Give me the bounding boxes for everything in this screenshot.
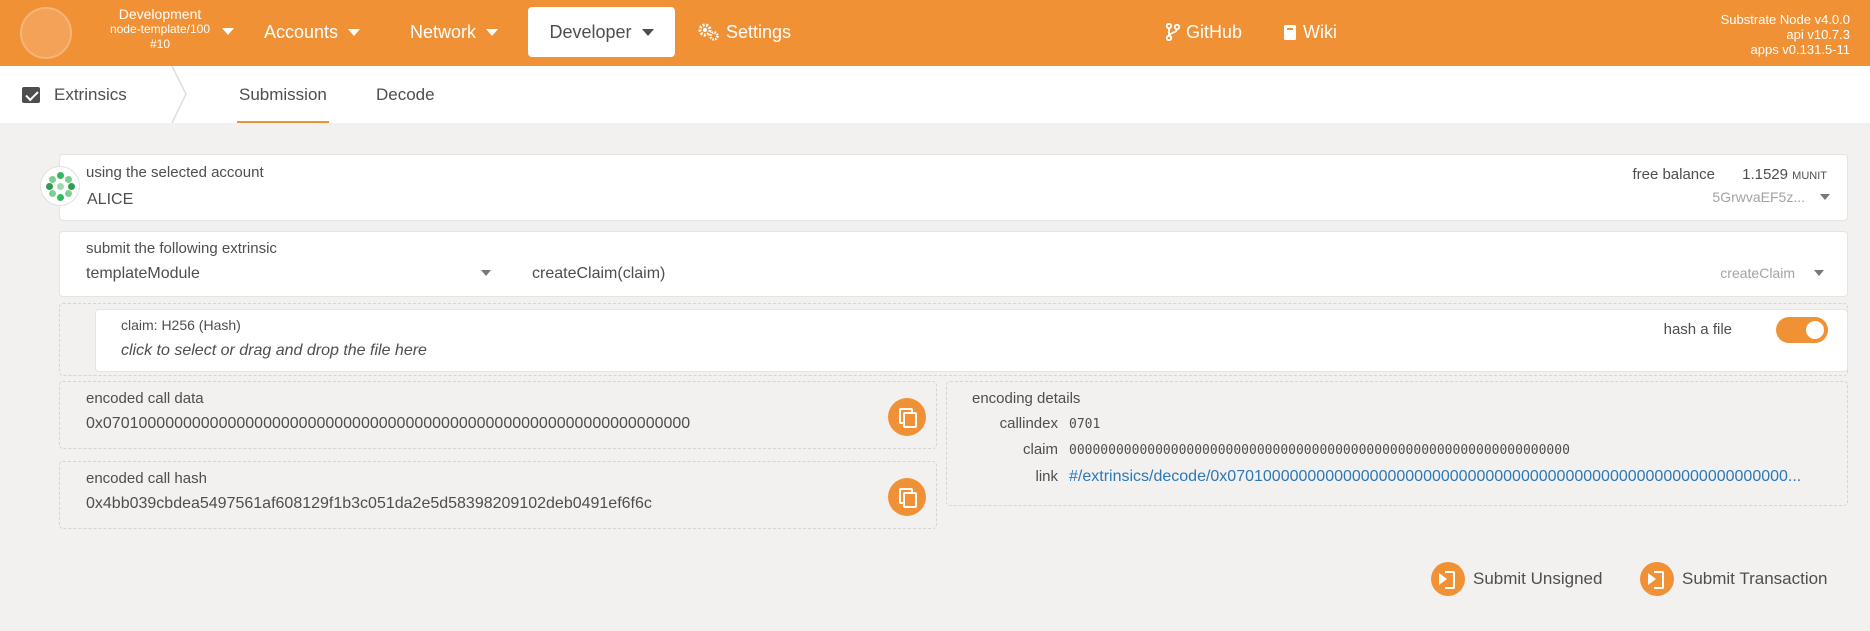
tab-submission-label: Submission [239,84,327,104]
chain-selector[interactable]: Development node-template/100 #10 [80,6,240,52]
nav-github-label: GitHub [1186,21,1243,42]
chain-runtime: node-template/100 [109,22,211,36]
envelope-open-icon [22,86,40,103]
sign-in-icon [1431,562,1465,596]
callindex-label: callindex [999,415,1058,432]
encoding-details: encoding details callindex 0701 claim 00… [946,381,1848,506]
claim-param-dropzone[interactable]: claim: H256 (Hash) click to select or dr… [95,309,1848,372]
version-info: Substrate Node v4.0.0 api v10.7.3 apps v… [1721,12,1850,57]
toggle-knob [1806,321,1824,339]
code-branch-icon [1166,23,1180,41]
tab-submission[interactable]: Submission [237,66,329,123]
copy-call-data-button[interactable] [888,398,926,436]
nav-wiki-label: Wiki [1303,21,1337,42]
call-select[interactable]: createClaim(claim) [532,265,665,283]
balance-unit: MUNIT [1792,170,1827,182]
link-label: link [1035,468,1058,485]
nav-github[interactable]: GitHub [1166,7,1242,57]
submit-transaction-label: Submit Transaction [1682,569,1828,588]
decode-link[interactable]: #/extrinsics/decode/0x070100000000000000… [1069,468,1801,486]
account-name: ALICE [87,191,134,208]
nav-developer[interactable]: Developer [528,7,675,57]
encoded-call-data-value: 0x07010000000000000000000000000000000000… [86,415,691,432]
apps-version: apps v0.131.5-11 [1750,42,1851,57]
call-name-hint: createClaim [1720,265,1795,281]
tab-decode-label: Decode [376,84,435,104]
encoded-call-data: encoded call data 0x07010000000000000000… [59,381,937,449]
extrinsic-label: submit the following extrinsic [86,240,277,257]
nav-network[interactable]: Network [410,7,499,57]
account-address: 5GrwvaEF5z... [1712,189,1805,205]
account-selector[interactable]: using the selected account ALICE free ba… [59,154,1848,221]
chevron-down-icon [641,28,654,36]
chevron-down-icon[interactable] [481,270,491,276]
book-icon [1284,24,1296,40]
encoded-call-hash: encoded call hash 0x4bb039cbdea5497561af… [59,461,937,529]
nav-network-label: Network [410,21,477,42]
section-extrinsics: Extrinsics [22,66,127,123]
copy-call-hash-button[interactable] [888,478,926,516]
callindex-value: 0701 [1069,417,1101,432]
submit-transaction-button[interactable]: Submit Transaction [1640,561,1828,597]
chevron-down-icon [486,28,499,36]
claim-value: 0000000000000000000000000000000000000000… [1069,443,1570,458]
submit-unsigned-label: Submit Unsigned [1473,569,1603,588]
chevron-down-icon [348,28,361,36]
balance-value: 1.1529 [1742,166,1788,183]
submit-unsigned-button[interactable]: Submit Unsigned [1431,561,1602,597]
claim-param-label: claim: H256 (Hash) [121,317,241,333]
account-label: using the selected account [86,164,264,181]
nav-wiki[interactable]: Wiki [1283,7,1337,57]
api-version: api v10.7.3 [1786,27,1850,42]
claim-label: claim [1022,441,1058,458]
encoded-call-data-label: encoded call data [86,390,204,407]
hash-file-label: hash a file [1663,321,1732,338]
hash-file-toggle[interactable] [1776,317,1828,343]
chevron-down-icon[interactable] [1814,270,1824,276]
chevron-down-icon[interactable] [222,28,234,35]
nav-settings[interactable]: Settings [698,7,791,57]
chain-block: #10 [149,37,171,51]
chevron-down-icon[interactable] [1820,194,1830,200]
nav-accounts-label: Accounts [264,21,339,42]
chain-logo[interactable] [20,7,72,59]
chevron-divider [171,66,187,123]
encoded-call-hash-value: 0x4bb039cbdea5497561af608129f1b3c051da2e… [86,495,652,512]
chain-name: Development [118,6,202,22]
encoded-call-hash-label: encoded call hash [86,470,207,487]
balance-amount: 1.1529 MUNIT [1742,166,1827,183]
file-drop-placeholder[interactable]: click to select or drag and drop the fil… [121,342,427,360]
node-version: Substrate Node v4.0.0 [1720,12,1850,27]
nav-developer-label: Developer [549,21,632,42]
balance-label: free balance [1632,166,1715,183]
gears-icon [698,23,719,41]
top-navbar: Development node-template/100 #10 Accoun… [0,0,1870,66]
account-identicon [40,166,80,206]
sub-navbar: Extrinsics Submission Decode [0,66,1870,123]
extrinsic-selector: submit the following extrinsic templateM… [59,231,1848,297]
section-title: Extrinsics [54,84,127,104]
module-select[interactable]: templateModule [86,265,200,283]
nav-settings-label: Settings [726,21,792,42]
sign-in-icon [1640,562,1674,596]
nav-accounts[interactable]: Accounts [264,7,361,57]
tab-decode[interactable]: Decode [376,66,435,123]
encoding-details-title: encoding details [972,390,1081,407]
